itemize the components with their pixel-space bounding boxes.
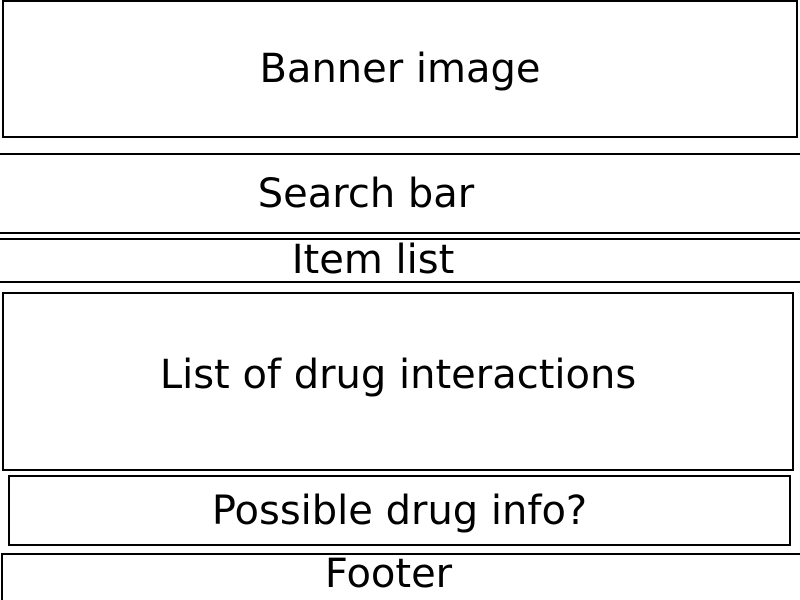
drug-interactions-list-placeholder[interactable]: List of drug interactions bbox=[2, 292, 794, 471]
footer-placeholder: Footer bbox=[1, 553, 800, 600]
banner-image-label: Banner image bbox=[259, 46, 541, 92]
search-bar-label: Search bar bbox=[257, 170, 475, 217]
drug-info-label: Possible drug info? bbox=[211, 487, 588, 534]
banner-image-placeholder: Banner image bbox=[2, 0, 798, 138]
search-bar-placeholder[interactable]: Search bar bbox=[0, 153, 800, 234]
item-list-label: Item list bbox=[291, 236, 455, 283]
drug-interactions-label: List of drug interactions bbox=[159, 351, 637, 398]
drug-info-placeholder: Possible drug info? bbox=[8, 475, 791, 546]
footer-label: Footer bbox=[324, 551, 453, 597]
item-list-placeholder[interactable]: Item list bbox=[0, 238, 800, 283]
